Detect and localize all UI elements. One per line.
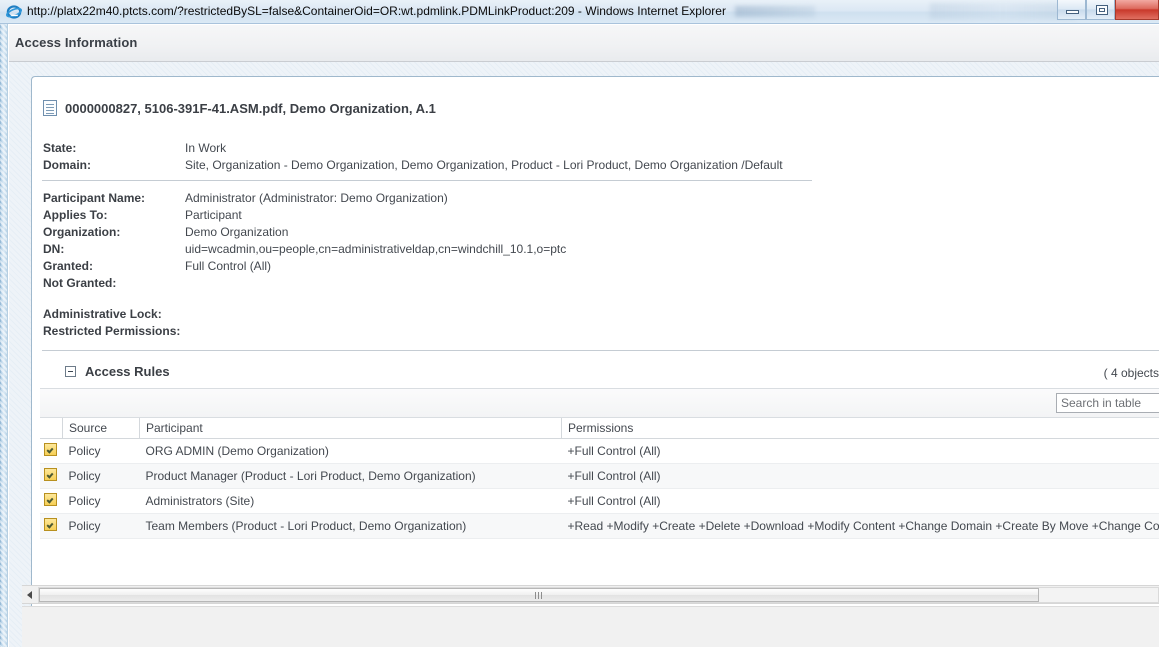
policy-rule-icon: [44, 443, 57, 456]
titlebar-blur-artifact-2: [930, 3, 1075, 19]
collapse-minus-icon[interactable]: [65, 366, 76, 377]
object-count-label: ( 4 objects: [1103, 366, 1159, 380]
attribute-label: State:: [43, 141, 77, 155]
table-row[interactable]: Policy ORG ADMIN (Demo Organization) +Fu…: [40, 438, 1159, 464]
row-permissions: +Full Control (All): [561, 488, 1159, 514]
search-input[interactable]: [1056, 393, 1156, 413]
table-row[interactable]: Policy Administrators (Site) +Full Contr…: [40, 488, 1159, 514]
page-body: 0000000827, 5106-391F-41.ASM.pdf, Demo O…: [9, 62, 1159, 647]
row-participant: ORG ADMIN (Demo Organization): [139, 438, 562, 464]
row-source: Policy: [62, 463, 140, 489]
table-row[interactable]: Policy Team Members (Product - Lori Prod…: [40, 513, 1159, 539]
row-policy-icon-cell: [40, 463, 63, 489]
attributes-participant: Participant Name: Administrator (Adminis…: [43, 190, 566, 292]
attribute-label: Participant Name:: [43, 191, 146, 205]
divider: [42, 180, 812, 181]
attribute-row: Administrative Lock:: [43, 306, 180, 323]
attribute-value: Participant: [185, 208, 242, 222]
column-header-icon[interactable]: [40, 418, 63, 439]
row-permissions: +Read +Modify +Create +Delete +Download …: [561, 513, 1159, 539]
table-row[interactable]: Policy Product Manager (Product - Lori P…: [40, 463, 1159, 489]
attribute-row: Not Granted:: [43, 275, 566, 292]
close-icon[interactable]: [1115, 0, 1159, 20]
attribute-label: Granted:: [43, 259, 94, 273]
row-source: Policy: [62, 438, 140, 464]
scrollbar-track[interactable]: [38, 587, 1159, 603]
attribute-row: DN: uid=wcadmin,ou=people,cn=administrat…: [43, 241, 566, 258]
attribute-label: Restricted Permissions:: [43, 324, 181, 338]
horizontal-scrollbar[interactable]: [22, 585, 1159, 604]
row-permissions: +Full Control (All): [561, 463, 1159, 489]
policy-rule-icon: [44, 493, 57, 506]
attribute-label: Organization:: [43, 225, 121, 239]
attribute-value: Site, Organization - Demo Organization, …: [185, 158, 783, 172]
internet-explorer-icon: [6, 4, 22, 20]
document-icon: [43, 100, 57, 116]
attribute-row: Restricted Permissions:: [43, 323, 180, 340]
access-rules-section-header[interactable]: Access Rules: [65, 364, 170, 379]
attribute-value: Full Control (All): [185, 259, 272, 273]
search-in-table-group: [1056, 393, 1159, 413]
attribute-row: Participant Name: Administrator (Adminis…: [43, 190, 566, 207]
page-header: Access Information: [9, 25, 1159, 62]
content-card: 0000000827, 5106-391F-41.ASM.pdf, Demo O…: [31, 76, 1159, 647]
scroll-thumb-grip-icon: [535, 592, 543, 599]
row-participant: Product Manager (Product - Lori Product,…: [139, 463, 562, 489]
window-left-border: [0, 24, 8, 647]
object-title-row: 0000000827, 5106-391F-41.ASM.pdf, Demo O…: [43, 100, 436, 116]
table-header-row: Source Participant Permissions: [40, 418, 1159, 439]
table-toolbar: [40, 388, 1159, 418]
window-titlebar[interactable]: http://platx22m40.ptcts.com/?restrictedB…: [0, 0, 1159, 24]
minimize-icon[interactable]: [1057, 0, 1086, 20]
policy-rule-icon: [44, 518, 57, 531]
attributes-state-domain: State: In Work Domain: Site, Organizatio…: [43, 140, 783, 174]
row-source: Policy: [62, 513, 140, 539]
page-title: Access Information: [15, 35, 138, 50]
access-rules-table: Source Participant Permissions Policy OR…: [40, 418, 1159, 539]
attribute-row: State: In Work: [43, 140, 783, 157]
restore-icon[interactable]: [1086, 0, 1115, 20]
row-participant: Team Members (Product - Lori Product, De…: [139, 513, 562, 539]
row-policy-icon-cell: [40, 513, 63, 539]
attribute-row: Organization: Demo Organization: [43, 224, 566, 241]
row-source: Policy: [62, 488, 140, 514]
attribute-row: Domain: Site, Organization - Demo Organi…: [43, 157, 783, 174]
attributes-lock: Administrative Lock: Restricted Permissi…: [43, 306, 180, 340]
attribute-label: Not Granted:: [43, 276, 117, 290]
titlebar-blur-artifact: [735, 6, 815, 17]
attribute-label: DN:: [43, 242, 65, 256]
column-header-participant[interactable]: Participant: [139, 418, 562, 439]
row-policy-icon-cell: [40, 488, 63, 514]
column-header-permissions[interactable]: Permissions: [561, 418, 1159, 439]
attribute-label: Administrative Lock:: [43, 307, 162, 321]
attribute-label: Domain:: [43, 158, 91, 172]
attribute-value: Administrator (Administrator: Demo Organ…: [185, 191, 448, 205]
attribute-value: uid=wcadmin,ou=people,cn=administrativel…: [185, 242, 567, 256]
row-policy-icon-cell: [40, 438, 63, 464]
bottom-strip: [22, 606, 1159, 647]
divider: [42, 350, 1159, 351]
window-controls: [1057, 0, 1159, 22]
attribute-row: Granted: Full Control (All): [43, 258, 566, 275]
scroll-left-arrow-icon[interactable]: [23, 588, 37, 602]
attribute-label: Applies To:: [43, 208, 108, 222]
access-rules-title: Access Rules: [85, 364, 170, 379]
attribute-value: Demo Organization: [185, 225, 289, 239]
object-title-text: 0000000827, 5106-391F-41.ASM.pdf, Demo O…: [65, 100, 436, 116]
attribute-row: Applies To: Participant: [43, 207, 566, 224]
column-header-source[interactable]: Source: [62, 418, 140, 439]
scrollbar-thumb[interactable]: [39, 588, 1039, 602]
window-title-text: http://platx22m40.ptcts.com/?restrictedB…: [27, 4, 726, 18]
attribute-value: In Work: [185, 141, 227, 155]
row-permissions: +Full Control (All): [561, 438, 1159, 464]
policy-rule-icon: [44, 468, 57, 481]
row-participant: Administrators (Site): [139, 488, 562, 514]
